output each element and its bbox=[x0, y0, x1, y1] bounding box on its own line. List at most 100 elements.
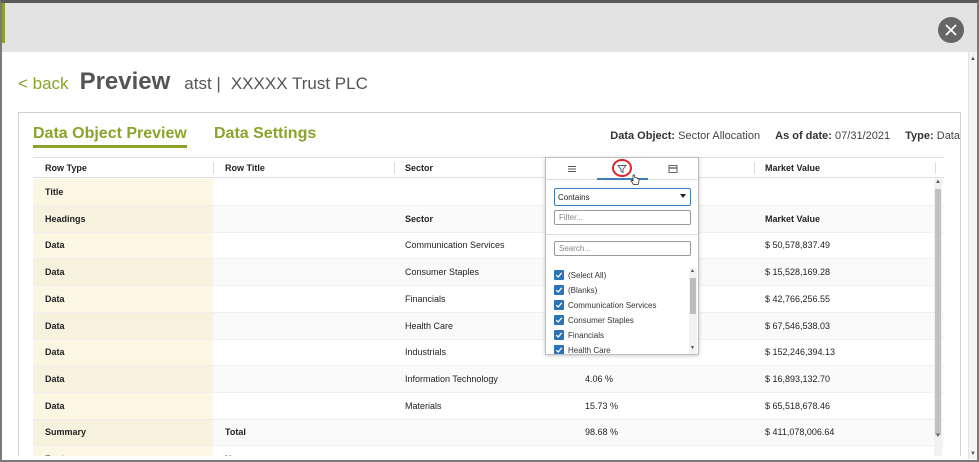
cell-row-title: Total bbox=[225, 427, 246, 438]
page-scrollbar[interactable]: ▲ ▼ bbox=[968, 52, 977, 459]
general-menu-tab[interactable] bbox=[562, 162, 582, 176]
tab-data-settings[interactable]: Data Settings bbox=[214, 125, 316, 143]
cell-row-type: Data bbox=[45, 347, 65, 358]
filter-option[interactable]: Health Care bbox=[554, 343, 611, 354]
cell-sector: Sector bbox=[405, 213, 434, 224]
checkbox[interactable] bbox=[554, 270, 564, 280]
close-button[interactable] bbox=[938, 17, 964, 43]
cell-row-title: Name bbox=[225, 454, 250, 456]
table-row[interactable]: Data Health Care $ 67,546,538.03 bbox=[33, 313, 944, 340]
accent-strip bbox=[2, 3, 5, 43]
type-label: Type: bbox=[905, 130, 934, 142]
account-code: atst | bbox=[184, 74, 221, 93]
close-icon bbox=[945, 24, 957, 36]
checkbox[interactable] bbox=[554, 345, 564, 354]
data-object-meta: Data Object: Sector Allocation As of dat… bbox=[610, 130, 960, 142]
check-icon bbox=[555, 287, 563, 293]
chevron-down-icon bbox=[680, 194, 686, 198]
check-icon bbox=[555, 332, 563, 338]
checkbox[interactable] bbox=[554, 285, 564, 295]
columns-menu-tab[interactable] bbox=[663, 162, 683, 176]
table-row[interactable]: Footer Name bbox=[33, 446, 944, 456]
table-row[interactable]: Data Communication Services $ 50,578,837.4… bbox=[33, 232, 944, 260]
cell-sector: Consumer Staples bbox=[405, 267, 480, 278]
filter-option-label: Financials bbox=[568, 330, 605, 340]
hamburger-icon bbox=[568, 165, 576, 173]
tab-data-object-preview[interactable]: Data Object Preview bbox=[33, 125, 187, 148]
grid-scroll-thumb[interactable] bbox=[935, 189, 941, 435]
filter-text-input[interactable] bbox=[554, 210, 691, 225]
column-header-market-value[interactable]: Market Value bbox=[765, 163, 820, 173]
data-object-value: Sector Allocation bbox=[678, 130, 761, 142]
scroll-down-arrow-icon[interactable]: ▼ bbox=[970, 451, 976, 457]
cell-market-value: $ 152,246,394.13 bbox=[765, 347, 836, 358]
checkbox[interactable] bbox=[554, 330, 564, 340]
filter-option[interactable]: Financials bbox=[554, 328, 604, 342]
checkbox[interactable] bbox=[554, 315, 564, 325]
highlight-circle bbox=[612, 159, 632, 177]
as-of-label: As of date: bbox=[775, 130, 832, 142]
filter-option[interactable]: (Blanks) bbox=[554, 283, 597, 297]
cell-row-type: Data bbox=[45, 400, 65, 411]
check-icon bbox=[555, 347, 563, 353]
cell-market-value: $ 67,546,538.03 bbox=[765, 320, 831, 331]
table-row[interactable]: Data Materials 15.73 % $ 65,518,678.46 bbox=[33, 393, 944, 420]
cell-row-type: Data bbox=[45, 373, 65, 384]
column-divider[interactable] bbox=[213, 162, 214, 174]
scroll-up-arrow-icon[interactable]: ▲ bbox=[935, 179, 941, 185]
filter-value-list: (Select All) (Blanks) Communication Serv… bbox=[554, 268, 688, 354]
column-divider[interactable] bbox=[754, 162, 755, 174]
scroll-down-arrow-icon[interactable]: ▼ bbox=[935, 433, 941, 439]
cell-row-type: Data bbox=[45, 267, 65, 278]
filter-search-input[interactable] bbox=[554, 241, 691, 256]
table-row[interactable]: Data Financials $ 42,766,256.55 bbox=[33, 286, 944, 313]
table-row[interactable]: Data Consumer Staples $ 15,528,169.28 bbox=[33, 259, 944, 287]
cell-row-type: Data bbox=[45, 293, 65, 304]
top-bar bbox=[2, 3, 977, 52]
filter-option-label: (Blanks) bbox=[568, 285, 598, 295]
filter-option[interactable]: Communication Services bbox=[554, 298, 656, 312]
table-row[interactable]: Headings Sector Market Value bbox=[33, 206, 944, 233]
table-row[interactable]: Title bbox=[33, 179, 944, 206]
cell-market-value: $ 42,766,256.55 bbox=[765, 293, 831, 304]
cell-row-type: Data bbox=[45, 240, 65, 251]
column-divider[interactable] bbox=[394, 162, 395, 174]
active-tab-indicator bbox=[597, 178, 648, 180]
filter-option[interactable]: (Select All) bbox=[554, 268, 606, 282]
column-header-row-title[interactable]: Row Title bbox=[225, 163, 265, 173]
cell-row-type: Title bbox=[45, 187, 64, 197]
cell-sector: Health Care bbox=[405, 320, 454, 331]
page-subtitle: atst | XXXXX Trust PLC bbox=[184, 74, 368, 94]
scroll-up-arrow-icon[interactable]: ▲ bbox=[690, 268, 695, 274]
column-divider[interactable] bbox=[935, 162, 936, 174]
table-row[interactable]: Data Information Technology 4.06 % $ 16,893… bbox=[33, 366, 944, 393]
filter-list-scroll-thumb[interactable] bbox=[690, 278, 696, 314]
pointer-hand-icon bbox=[630, 174, 640, 185]
cell-sector: Information Technology bbox=[405, 373, 498, 384]
column-header-row-type[interactable]: Row Type bbox=[45, 163, 87, 173]
column-header-sector[interactable]: Sector bbox=[405, 163, 433, 173]
checkbox[interactable] bbox=[554, 300, 564, 310]
cell-row-type: Footer bbox=[45, 454, 73, 456]
scroll-down-arrow-icon[interactable]: ▼ bbox=[690, 345, 695, 351]
cell-row-type: Data bbox=[45, 320, 65, 331]
grid-scrollbar[interactable]: ▲ ▼ bbox=[934, 179, 942, 456]
filter-list-scrollbar[interactable]: ▲ ▼ bbox=[689, 268, 697, 354]
filter-option[interactable]: Consumer Staples bbox=[554, 313, 634, 327]
columns-icon bbox=[668, 165, 678, 173]
table-row[interactable]: Summary Total 98.68 % $ 411,078,006.64 bbox=[33, 419, 944, 447]
check-icon bbox=[555, 272, 563, 278]
filter-option-label: Consumer Staples bbox=[568, 315, 634, 325]
table-row[interactable]: Data Industrials $ 152,246,394.13 bbox=[33, 339, 944, 367]
back-link[interactable]: < back bbox=[18, 74, 69, 94]
scroll-up-arrow-icon[interactable]: ▲ bbox=[970, 56, 976, 62]
type-value: Data bbox=[936, 130, 960, 142]
data-object-label: Data Object: bbox=[610, 130, 676, 142]
cell-sector: Materials bbox=[405, 400, 442, 411]
cell-row-type: Headings bbox=[45, 213, 86, 224]
cell-sector: Communication Services bbox=[405, 240, 505, 251]
filter-option-label: Communication Services bbox=[568, 300, 657, 310]
filter-operator-select[interactable]: Contains bbox=[554, 188, 691, 206]
cell-row-type: Summary bbox=[45, 427, 87, 438]
page-header: < back Preview atst | XXXXX Trust PLC bbox=[18, 68, 368, 98]
